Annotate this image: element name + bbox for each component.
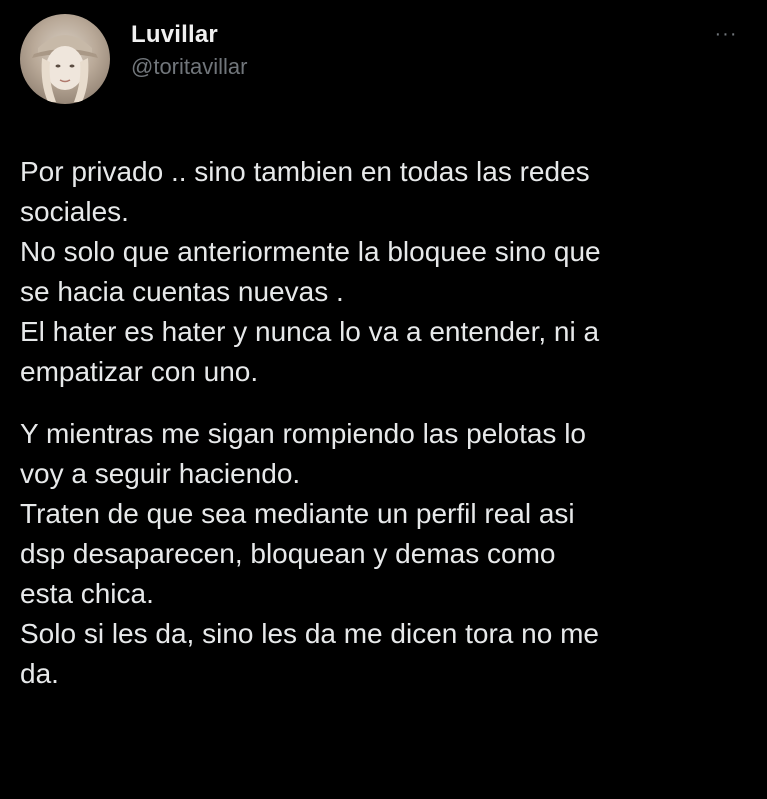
tweet-paragraph: Por privado .. sino tambien en todas las… bbox=[20, 152, 755, 392]
tweet-line: Solo si les da, sino les da me dicen tor… bbox=[20, 618, 599, 649]
tweet-card: Luvillar @toritavillar ··· Por privado .… bbox=[0, 0, 767, 799]
tweet-line: se hacia cuentas nuevas . bbox=[20, 276, 344, 307]
tweet-paragraph: Y mientras me sigan rompiendo las pelota… bbox=[20, 414, 755, 694]
tweet-line: esta chica. bbox=[20, 578, 154, 609]
tweet-line: empatizar con uno. bbox=[20, 356, 259, 387]
tweet-line: Traten de que sea mediante un perfil rea… bbox=[20, 498, 575, 529]
tweet-line: sociales. bbox=[20, 196, 129, 227]
tweet-line: Y mientras me sigan rompiendo las pelota… bbox=[20, 418, 587, 449]
tweet-line: Por privado .. sino tambien en todas las… bbox=[20, 156, 590, 187]
user-handle[interactable]: @toritavillar bbox=[131, 52, 247, 82]
tweet-line: dsp desaparecen, bloquean y demas como bbox=[20, 538, 556, 569]
avatar-image bbox=[32, 35, 98, 102]
tweet-line: El hater es hater y nunca lo va a entend… bbox=[20, 316, 600, 347]
tweet-line: da. bbox=[20, 658, 59, 689]
user-info[interactable]: Luvillar @toritavillar bbox=[131, 20, 247, 82]
avatar[interactable] bbox=[20, 14, 110, 104]
tweet-header: Luvillar @toritavillar ··· bbox=[20, 12, 747, 104]
more-options-button[interactable]: ··· bbox=[711, 24, 741, 44]
tweet-text: Por privado .. sino tambien en todas las… bbox=[20, 152, 755, 694]
display-name[interactable]: Luvillar bbox=[131, 20, 247, 50]
tweet-line: voy a seguir haciendo. bbox=[20, 458, 301, 489]
more-horizontal-icon: ··· bbox=[714, 23, 738, 45]
tweet-line: No solo que anteriormente la bloquee sin… bbox=[20, 236, 601, 267]
